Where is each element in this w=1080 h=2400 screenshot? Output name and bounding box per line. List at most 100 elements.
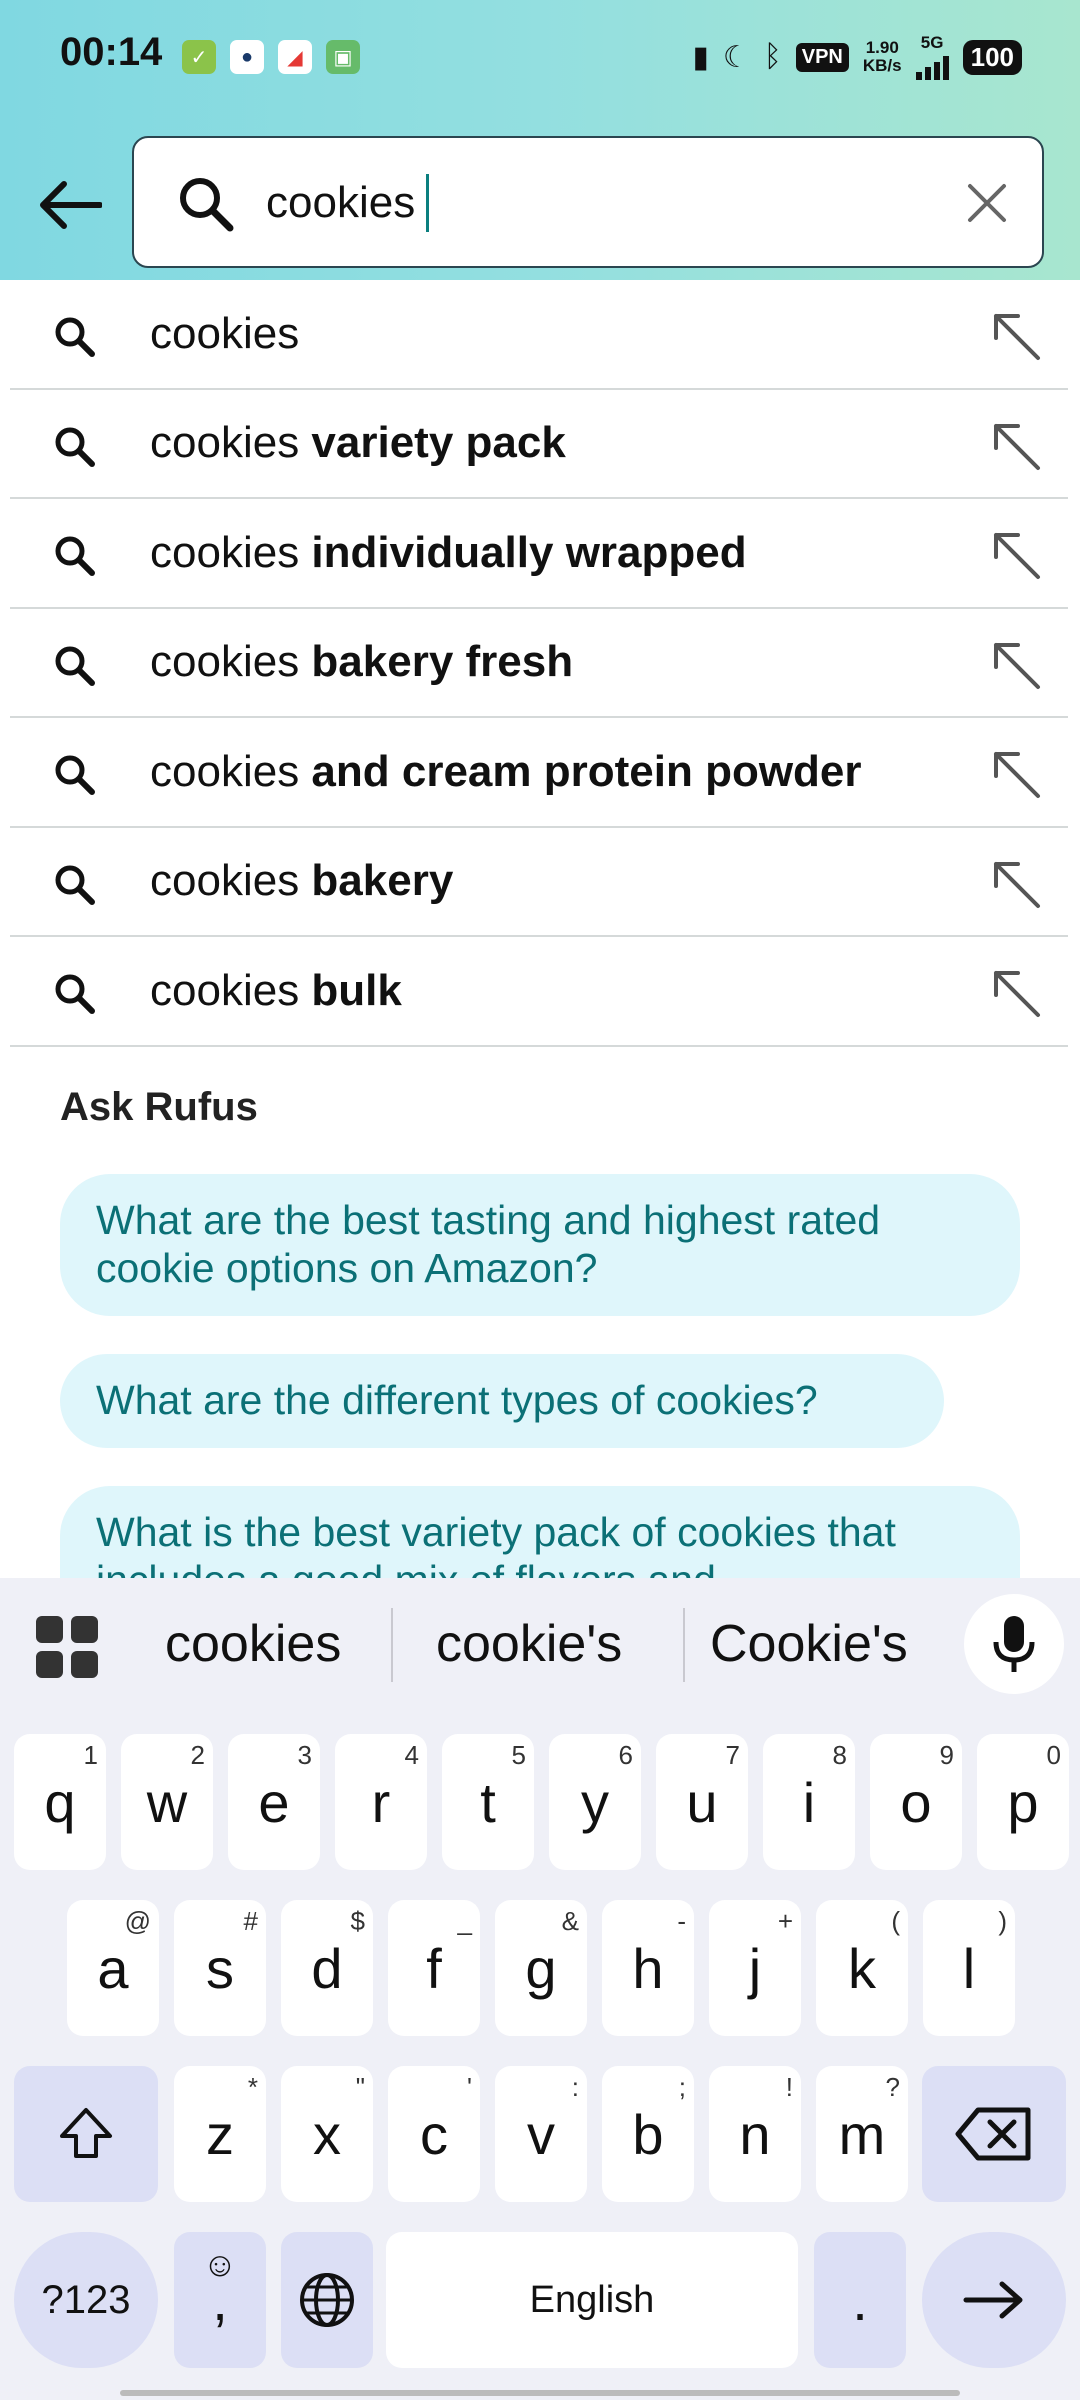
word-suggestion[interactable]: cookies <box>165 1614 341 1674</box>
search-icon <box>55 865 95 905</box>
key-t[interactable]: t5 <box>442 1734 534 1870</box>
key-e[interactable]: e3 <box>228 1734 320 1870</box>
suggestion-completion: and cream protein powder <box>311 746 862 796</box>
clear-search-icon[interactable] <box>962 178 1012 228</box>
key-j[interactable]: j + <box>709 1900 801 2036</box>
suggestion-text: cookies bulk <box>150 966 402 1016</box>
rufus-question[interactable]: What are the different types of cookies? <box>60 1354 944 1448</box>
key-w[interactable]: w2 <box>121 1734 213 1870</box>
suggestion-completion: bulk <box>311 965 402 1015</box>
suggestion-prefix: cookies <box>150 418 312 468</box>
key-hint: ( <box>891 1906 900 1936</box>
key-p[interactable]: p0 <box>977 1734 1069 1870</box>
rufus-question[interactable]: What are the best tasting and highest ra… <box>60 1174 1020 1316</box>
keyboard-menu-icon[interactable] <box>36 1616 98 1678</box>
system-icons: ▮ ☾ ᛒ VPN 1.90 KB/s 5G 100 <box>692 34 1022 80</box>
vpn-badge: VPN <box>795 42 849 72</box>
key-label: t <box>480 1770 496 1834</box>
key-hint: # <box>243 1906 258 1936</box>
suggestion-row[interactable]: cookies bakery <box>10 828 1068 937</box>
key-r[interactable]: r4 <box>335 1734 427 1870</box>
suggestion-row[interactable]: cookies variety pack <box>10 390 1068 499</box>
suggestion-row[interactable]: cookies individually wrapped <box>10 499 1068 609</box>
emoji-comma-key[interactable]: , ☺ <box>174 2232 266 2368</box>
key-u[interactable]: u7 <box>656 1734 748 1870</box>
key-d[interactable]: d $ <box>281 1900 373 2036</box>
enter-key[interactable] <box>922 2232 1066 2368</box>
fill-query-arrow-icon[interactable] <box>988 527 1044 583</box>
fill-query-arrow-icon[interactable] <box>988 746 1044 802</box>
key-label: d <box>311 1936 343 2000</box>
keyboard-suggestion-bar: cookies cookie's Cookie's <box>0 1578 1080 1708</box>
key-a[interactable]: a @ <box>67 1900 159 2036</box>
key-l[interactable]: l) <box>923 1900 1015 2036</box>
search-icon <box>55 755 95 795</box>
suggestion-row[interactable]: cookies <box>10 280 1068 390</box>
backspace-key[interactable] <box>922 2066 1066 2202</box>
key-s[interactable]: s # <box>174 1900 266 2036</box>
key-z[interactable]: z * <box>174 2066 266 2202</box>
suggestion-row[interactable]: cookies and cream protein powder <box>10 718 1068 828</box>
key-f[interactable]: f _ <box>388 1900 480 2036</box>
suggestion-row[interactable]: cookies bakery fresh <box>10 609 1068 718</box>
key-label: e <box>258 1770 290 1834</box>
space-key[interactable]: English <box>386 2232 798 2368</box>
key-hint: 5 <box>511 1740 526 1770</box>
divider <box>391 1608 393 1682</box>
fill-query-arrow-icon[interactable] <box>988 965 1044 1021</box>
fill-query-arrow-icon[interactable] <box>988 308 1044 364</box>
key-label: k <box>848 1936 876 2000</box>
key-m[interactable]: m? <box>816 2066 908 2202</box>
key-n[interactable]: n! <box>709 2066 801 2202</box>
status-bar: 00:14 ✓ ● ◢ ▣ ▮ ☾ ᛒ VPN 1.90 KB/s 5G 100 <box>0 0 1080 110</box>
network-type: 5G <box>920 33 944 52</box>
home-indicator[interactable] <box>120 2390 960 2396</box>
period-key[interactable]: . <box>814 2232 906 2368</box>
key-h[interactable]: h- <box>602 1900 694 2036</box>
flag-app-icon: ◢ <box>278 40 312 74</box>
search-icon <box>55 317 95 357</box>
key-g[interactable]: g & <box>495 1900 587 2036</box>
key-label: q <box>44 1770 76 1834</box>
key-hint: & <box>561 1906 579 1936</box>
key-k[interactable]: k( <box>816 1900 908 2036</box>
cat-app-icon: ● <box>230 40 264 74</box>
back-button[interactable] <box>30 170 110 240</box>
word-suggestion[interactable]: Cookie's <box>710 1614 908 1674</box>
key-y[interactable]: y6 <box>549 1734 641 1870</box>
word-suggestion[interactable]: cookie's <box>436 1614 622 1674</box>
shift-key[interactable] <box>14 2066 158 2202</box>
suggestion-completion: variety pack <box>311 418 566 468</box>
key-o[interactable]: o9 <box>870 1734 962 1870</box>
key-label: ?123 <box>41 2277 131 2322</box>
key-hint: 2 <box>190 1740 205 1770</box>
fill-query-arrow-icon[interactable] <box>988 637 1044 693</box>
search-input[interactable] <box>266 168 906 238</box>
language-key[interactable] <box>281 2232 373 2368</box>
notes-app-icon: ✓ <box>182 40 216 74</box>
key-c[interactable]: c ' <box>388 2066 480 2202</box>
microphone-button[interactable] <box>964 1594 1064 1694</box>
fill-query-arrow-icon[interactable] <box>988 418 1044 474</box>
suggestion-row[interactable]: cookies bulk <box>10 937 1068 1047</box>
key-label: c <box>420 2102 448 2166</box>
signal-group: 5G <box>915 33 949 80</box>
search-bar[interactable] <box>132 136 1044 268</box>
symbols-key[interactable]: ?123 <box>14 2232 158 2368</box>
key-hint: " <box>355 2072 365 2102</box>
speed-value: 1.90 <box>865 38 899 57</box>
key-label: j <box>748 1936 762 2000</box>
suggestion-text: cookies variety pack <box>150 418 566 468</box>
ask-rufus-heading: Ask Rufus <box>60 1085 258 1129</box>
vibrate-icon: ▮ <box>692 40 709 74</box>
key-i[interactable]: i8 <box>763 1734 855 1870</box>
suggestion-prefix: cookies <box>150 527 312 577</box>
key-q[interactable]: q1 <box>14 1734 106 1870</box>
key-b[interactable]: b; <box>602 2066 694 2202</box>
back-arrow-icon <box>40 181 102 229</box>
key-x[interactable]: x " <box>281 2066 373 2202</box>
key-hint: 7 <box>725 1740 740 1770</box>
key-v[interactable]: v: <box>495 2066 587 2202</box>
key-hint: - <box>677 1906 686 1936</box>
fill-query-arrow-icon[interactable] <box>988 856 1044 912</box>
